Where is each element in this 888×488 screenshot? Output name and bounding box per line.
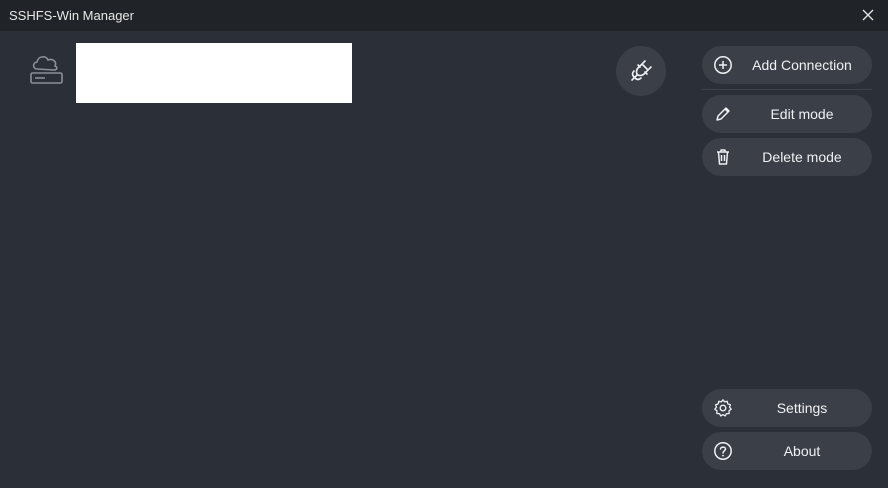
edit-mode-button[interactable]: Edit mode — [702, 95, 872, 133]
delete-mode-button[interactable]: Delete mode — [702, 138, 872, 176]
close-button[interactable] — [860, 7, 876, 23]
close-icon — [862, 9, 874, 21]
about-button[interactable]: About — [702, 432, 872, 470]
connect-button[interactable] — [616, 46, 666, 96]
pencil-icon — [716, 107, 730, 121]
plug-icon — [631, 60, 652, 81]
cloud-drive-icon — [29, 52, 65, 86]
title-bar: SSHFS-Win Manager — [0, 0, 888, 31]
connection-name[interactable] — [76, 43, 352, 103]
divider — [702, 89, 872, 90]
help-circle-icon — [714, 442, 732, 460]
settings-label: Settings — [776, 400, 828, 416]
edit-mode-label: Edit mode — [770, 106, 834, 122]
about-label: About — [783, 443, 821, 459]
add-connection-button[interactable]: Add Connection — [702, 46, 872, 84]
settings-button[interactable]: Settings — [702, 389, 872, 427]
add-connection-label: Add Connection — [752, 57, 852, 73]
window-title: SSHFS-Win Manager — [9, 8, 134, 23]
delete-mode-label: Delete mode — [762, 149, 842, 165]
add-circle-icon — [714, 56, 732, 74]
gear-icon — [714, 399, 732, 417]
trash-icon — [717, 149, 729, 165]
